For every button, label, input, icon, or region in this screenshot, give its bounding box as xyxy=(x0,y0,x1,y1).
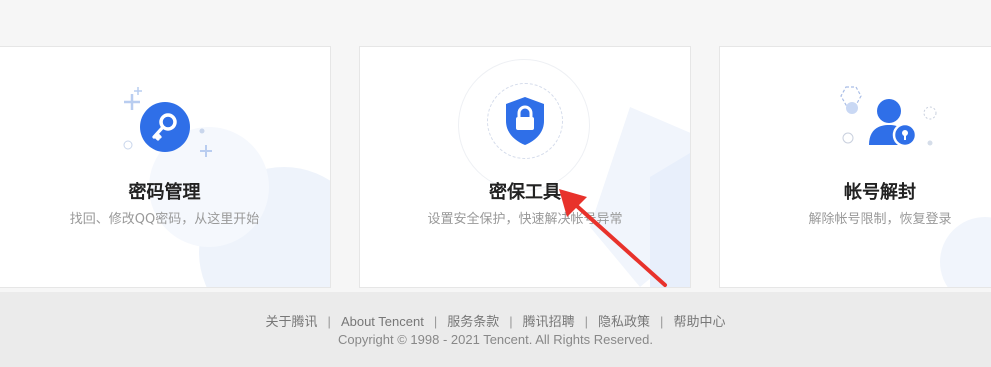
footer-separator: | xyxy=(584,314,589,329)
footer-separator: | xyxy=(660,314,664,329)
card-description: 解除帐号限制，恢复登录 xyxy=(808,212,952,227)
footer-link-careers[interactable]: 腾讯招聘 xyxy=(523,314,575,329)
card-title: 密码管理 xyxy=(128,182,201,203)
key-icon xyxy=(140,102,190,152)
shield-lock-icon xyxy=(506,97,544,145)
footer-separator: | xyxy=(327,314,331,329)
footer-link-about-en[interactable]: About Tencent xyxy=(341,314,424,329)
footer-separator: | xyxy=(509,314,513,329)
footer-link-privacy[interactable]: 隐私政策 xyxy=(598,314,650,329)
card-password-management[interactable]: 密码管理 找回、修改QQ密码，从这里开始 xyxy=(0,46,331,288)
user-unlock-icon xyxy=(869,99,918,148)
card-title: 帐号解封 xyxy=(844,182,916,203)
annotation-arrow xyxy=(559,189,667,287)
card-account-unblock[interactable]: 帐号解封 解除帐号限制，恢复登录 xyxy=(719,46,991,288)
service-area: 密码管理 找回、修改QQ密码，从这里开始 密保工具 设置安全保护，快速解决帐号异… xyxy=(0,0,991,292)
card-description: 找回、修改QQ密码，从这里开始 xyxy=(69,212,260,227)
decor-circle xyxy=(940,217,991,287)
footer-link-terms[interactable]: 服务条款 xyxy=(447,314,499,329)
footer-separator: | xyxy=(433,314,438,329)
footer-links: 关于腾讯 | About Tencent | 服务条款 | 腾讯招聘 | 隐私政策 | 帮助中心 xyxy=(0,311,991,330)
footer-link-help[interactable]: 帮助中心 xyxy=(673,314,725,329)
footer-link-about[interactable]: 关于腾讯 xyxy=(266,314,318,329)
footer: 关于腾讯 | About Tencent | 服务条款 | 腾讯招聘 | 隐私政策 | 帮助中心 C… xyxy=(0,292,991,367)
copyright-text: Copyright © 1998 - 2021 Tencent. All Rig… xyxy=(337,332,653,347)
